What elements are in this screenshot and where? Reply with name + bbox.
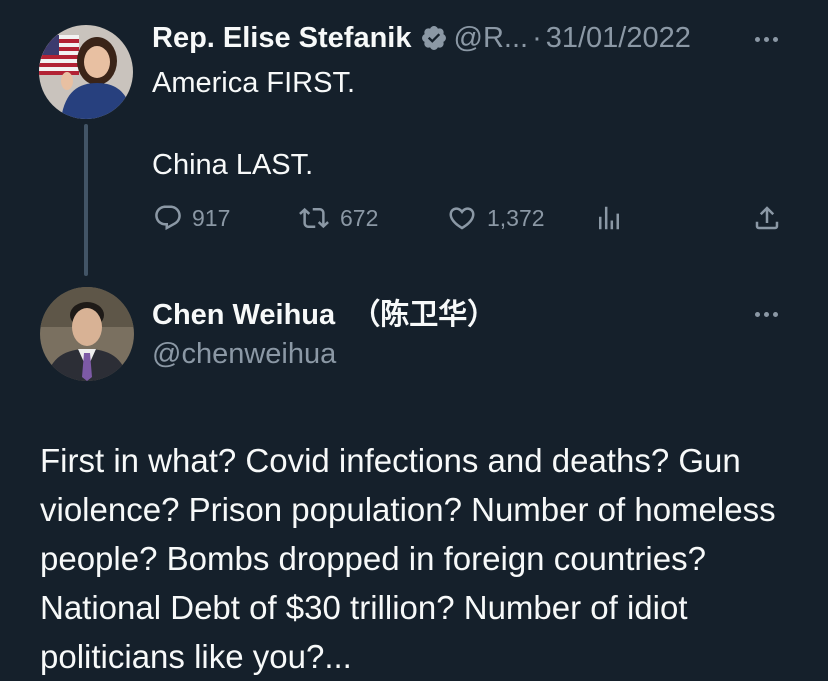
chen-weihua-avatar[interactable] [40, 287, 134, 381]
tweet-text-line-2: China LAST. [152, 149, 314, 181]
retweet-count: 672 [340, 205, 379, 231]
analytics-bars-icon [594, 203, 624, 233]
author-name[interactable]: Rep. Elise Stefanik [152, 21, 412, 55]
author-handle[interactable]: @R... [454, 21, 529, 55]
tweet-text-line-1: America FIRST. [152, 67, 356, 99]
heart-icon [446, 203, 478, 233]
verified-badge-icon [420, 24, 448, 52]
more-dots-icon[interactable] [755, 37, 778, 42]
tweet-date[interactable]: 31/01/2022 [546, 21, 691, 55]
share-button[interactable] [752, 203, 782, 233]
reply-bubble-icon [153, 203, 183, 233]
like-count: 1,372 [487, 205, 545, 231]
retweet-icon [297, 203, 331, 233]
share-upload-icon [752, 203, 782, 233]
header-separator: · [532, 22, 542, 54]
stefanik-avatar[interactable] [39, 25, 133, 119]
reply-button[interactable]: 917 [153, 203, 230, 233]
reply-author-handle[interactable]: @chenweihua [152, 337, 336, 371]
reply-text: First in what? Covid infections and deat… [40, 442, 776, 675]
views-button[interactable] [594, 203, 624, 233]
retweet-button[interactable]: 672 [297, 203, 378, 233]
reply-count: 917 [192, 205, 231, 231]
thread-connector-line [84, 124, 88, 276]
reply-author-name[interactable]: Chen Weihua （陈卫华） [152, 298, 496, 332]
tweet-header: Rep. Elise Stefanik @R... · 31/01/2022 [152, 21, 691, 55]
reply-more-dots-icon[interactable] [755, 312, 778, 317]
like-button[interactable]: 1,372 [446, 203, 545, 233]
